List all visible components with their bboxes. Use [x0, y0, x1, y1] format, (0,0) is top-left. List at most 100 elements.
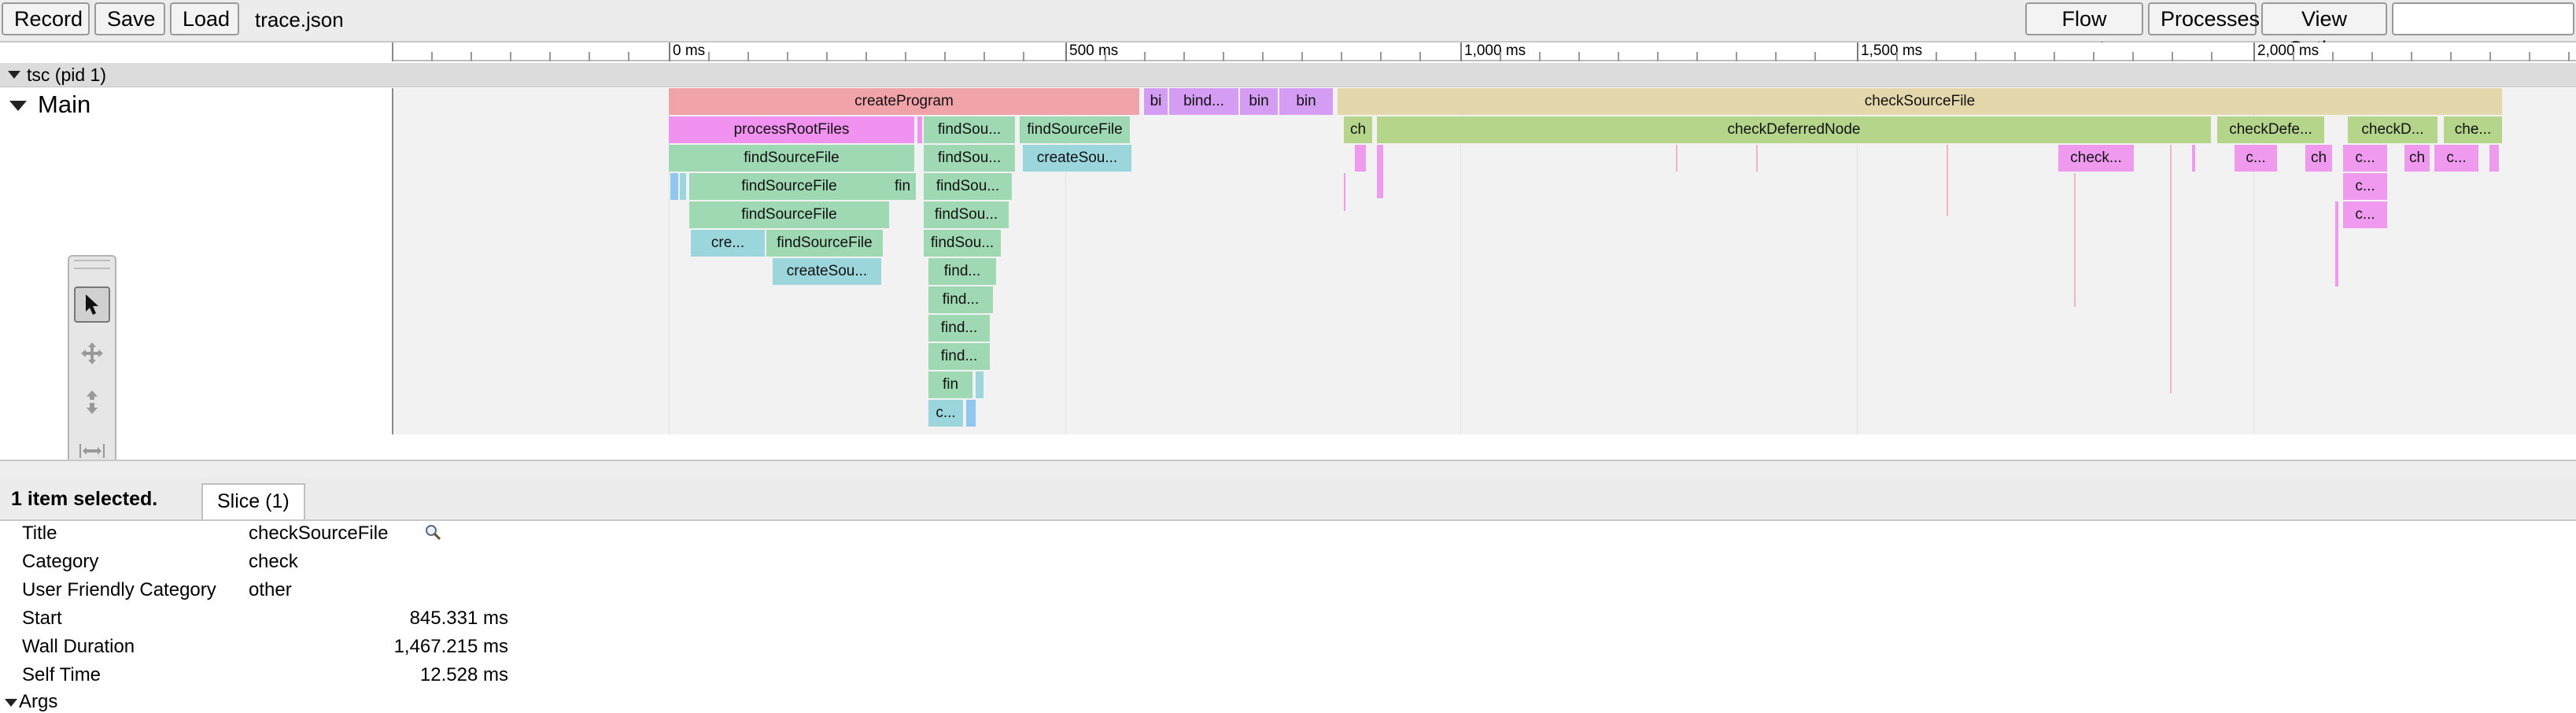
slice-sliver[interactable] [1355, 145, 1366, 172]
zoom-tool-button[interactable] [74, 384, 110, 420]
slice-che[interactable]: che... [2444, 116, 2502, 143]
slice-findSou[interactable]: findSou... [924, 173, 1012, 200]
ruler-tick [2293, 52, 2294, 61]
slice-sliver[interactable] [2074, 173, 2076, 307]
slice-fin[interactable]: fin [889, 173, 916, 200]
slice-sliver[interactable] [966, 400, 976, 427]
slice-check[interactable]: check... [2058, 145, 2134, 172]
slice-findSourceFile[interactable]: findSourceFile [766, 230, 883, 257]
slice-sliver[interactable] [670, 173, 678, 200]
slice-bi[interactable]: bi [1144, 88, 1168, 115]
slice-checkSourceFile[interactable]: checkSourceFile [1338, 88, 2502, 115]
time-ruler: 0 ms 500 ms 1,000 ms 1,500 ms 2,000 ms [0, 42, 2576, 61]
slice-createSou[interactable]: createSou... [773, 258, 881, 285]
slice-cre[interactable]: cre... [691, 230, 765, 257]
ruler-tick [1618, 52, 1619, 61]
slice-sliver[interactable] [1947, 145, 1948, 216]
slice-findSou[interactable]: findSou... [924, 201, 1009, 228]
prop-label-user-friendly-category: User Friendly Category [22, 579, 216, 600]
magnifier-icon[interactable] [425, 524, 442, 545]
ruler-tick [2371, 52, 2373, 61]
ruler-tick [1380, 52, 1382, 61]
slice-find[interactable]: find... [928, 258, 996, 285]
search-input[interactable] [2392, 2, 2574, 35]
ruler-tick [1301, 52, 1303, 61]
view-options-button[interactable]: View Options [2261, 2, 2387, 61]
slice-findSou[interactable]: findSou... [924, 116, 1015, 143]
slice-checkD[interactable]: checkD... [2348, 116, 2438, 143]
args-expand-triangle-icon[interactable] [5, 699, 17, 707]
slice-c[interactable]: c... [2434, 145, 2478, 172]
slice-c[interactable]: c... [928, 400, 963, 427]
slice-fin[interactable]: fin [928, 371, 972, 398]
process-header[interactable]: tsc (pid 1) [0, 63, 2576, 87]
slice-checkDeferredNode[interactable]: checkDeferredNode [1377, 116, 2211, 143]
panel-resize-divider[interactable] [0, 460, 2576, 478]
ruler-tick [1419, 52, 1421, 61]
slice-createProgram[interactable]: createProgram [669, 88, 1139, 115]
thread-label: Main [38, 91, 91, 118]
slice-ch[interactable]: ch [2305, 145, 2332, 172]
slice-createSou[interactable]: createSou... [1023, 145, 1131, 172]
flow-events-button[interactable]: Flow events [2025, 2, 2143, 61]
record-button[interactable]: Record [2, 2, 90, 35]
ruler-tick [1539, 52, 1541, 61]
thread-track[interactable]: createProgram bi bind... bin bin checkSo… [393, 88, 2576, 434]
slice-find[interactable]: find... [928, 343, 990, 370]
slice-c[interactable]: c... [2343, 145, 2387, 172]
slice-checkDefe[interactable]: checkDefe... [2217, 116, 2324, 143]
slice-bind[interactable]: bind... [1169, 88, 1238, 115]
slice-find[interactable]: find... [928, 286, 993, 313]
slice-ch[interactable]: ch [1344, 116, 1372, 143]
slice-c[interactable]: c... [2343, 173, 2387, 200]
slice-findSou[interactable]: findSou... [924, 145, 1015, 172]
slice-sliver[interactable] [976, 371, 984, 398]
slice-findSourceFile[interactable]: findSourceFile [1020, 116, 1130, 143]
ruler-tick [944, 52, 946, 61]
selection-tool-button[interactable] [74, 286, 110, 323]
slice-findSourceFile[interactable]: findSourceFile [689, 201, 889, 228]
tab-slice[interactable]: Slice (1) [201, 483, 305, 519]
prop-label-args[interactable]: Args [19, 691, 57, 713]
pan-tool-button[interactable] [74, 335, 110, 371]
collapse-triangle-icon[interactable] [9, 101, 27, 111]
slice-bin[interactable]: bin [1240, 88, 1278, 115]
ruler-major-tick [1460, 42, 1462, 61]
slice-sliver[interactable] [1344, 173, 1345, 211]
zoom-arrows-icon [87, 390, 98, 414]
processes-button[interactable]: Processes [2148, 2, 2260, 35]
ruler-tick [1183, 52, 1185, 61]
slice-find[interactable]: find... [928, 315, 990, 342]
slice-c[interactable]: c... [2343, 201, 2387, 228]
slice-c[interactable]: c... [2235, 145, 2277, 172]
slice-sliver[interactable] [1676, 145, 1677, 172]
ruler-tick [1657, 52, 1659, 61]
ruler-tick [1023, 52, 1024, 61]
slice-ch[interactable]: ch [2404, 145, 2430, 172]
slice-sliver[interactable] [1756, 145, 1758, 172]
prop-value-start: 845.331 ms [409, 608, 508, 629]
move-icon [81, 342, 103, 364]
slice-sliver[interactable] [680, 173, 686, 200]
analysis-tab-strip: 1 item selected. Slice (1) [0, 477, 2576, 521]
slice-findSourceFile[interactable]: findSourceFile [669, 145, 914, 172]
ruler-tick [1341, 52, 1342, 61]
slice-sliver[interactable] [1377, 145, 1383, 198]
palette-drag-handle[interactable] [74, 260, 110, 269]
slice-sliver[interactable] [917, 116, 922, 143]
slice-sliver[interactable] [2489, 145, 2499, 172]
slice-findSou[interactable]: findSou... [924, 230, 1001, 257]
slice-findSourceFile[interactable]: findSourceFile [689, 173, 889, 200]
ruler-tick [787, 52, 788, 61]
prop-value-category: check [249, 551, 298, 572]
collapse-triangle-icon[interactable] [8, 71, 20, 79]
process-label: tsc (pid 1) [27, 65, 106, 85]
slice-sliver[interactable] [2335, 201, 2338, 286]
save-button[interactable]: Save [94, 2, 165, 35]
slice-sliver[interactable] [2170, 145, 2172, 393]
slice-processRootFiles[interactable]: processRootFiles [669, 116, 914, 143]
ruler-tick [1975, 52, 1976, 61]
load-button[interactable]: Load [170, 2, 239, 35]
slice-bin[interactable]: bin [1279, 88, 1333, 115]
slice-sliver[interactable] [2192, 145, 2195, 172]
